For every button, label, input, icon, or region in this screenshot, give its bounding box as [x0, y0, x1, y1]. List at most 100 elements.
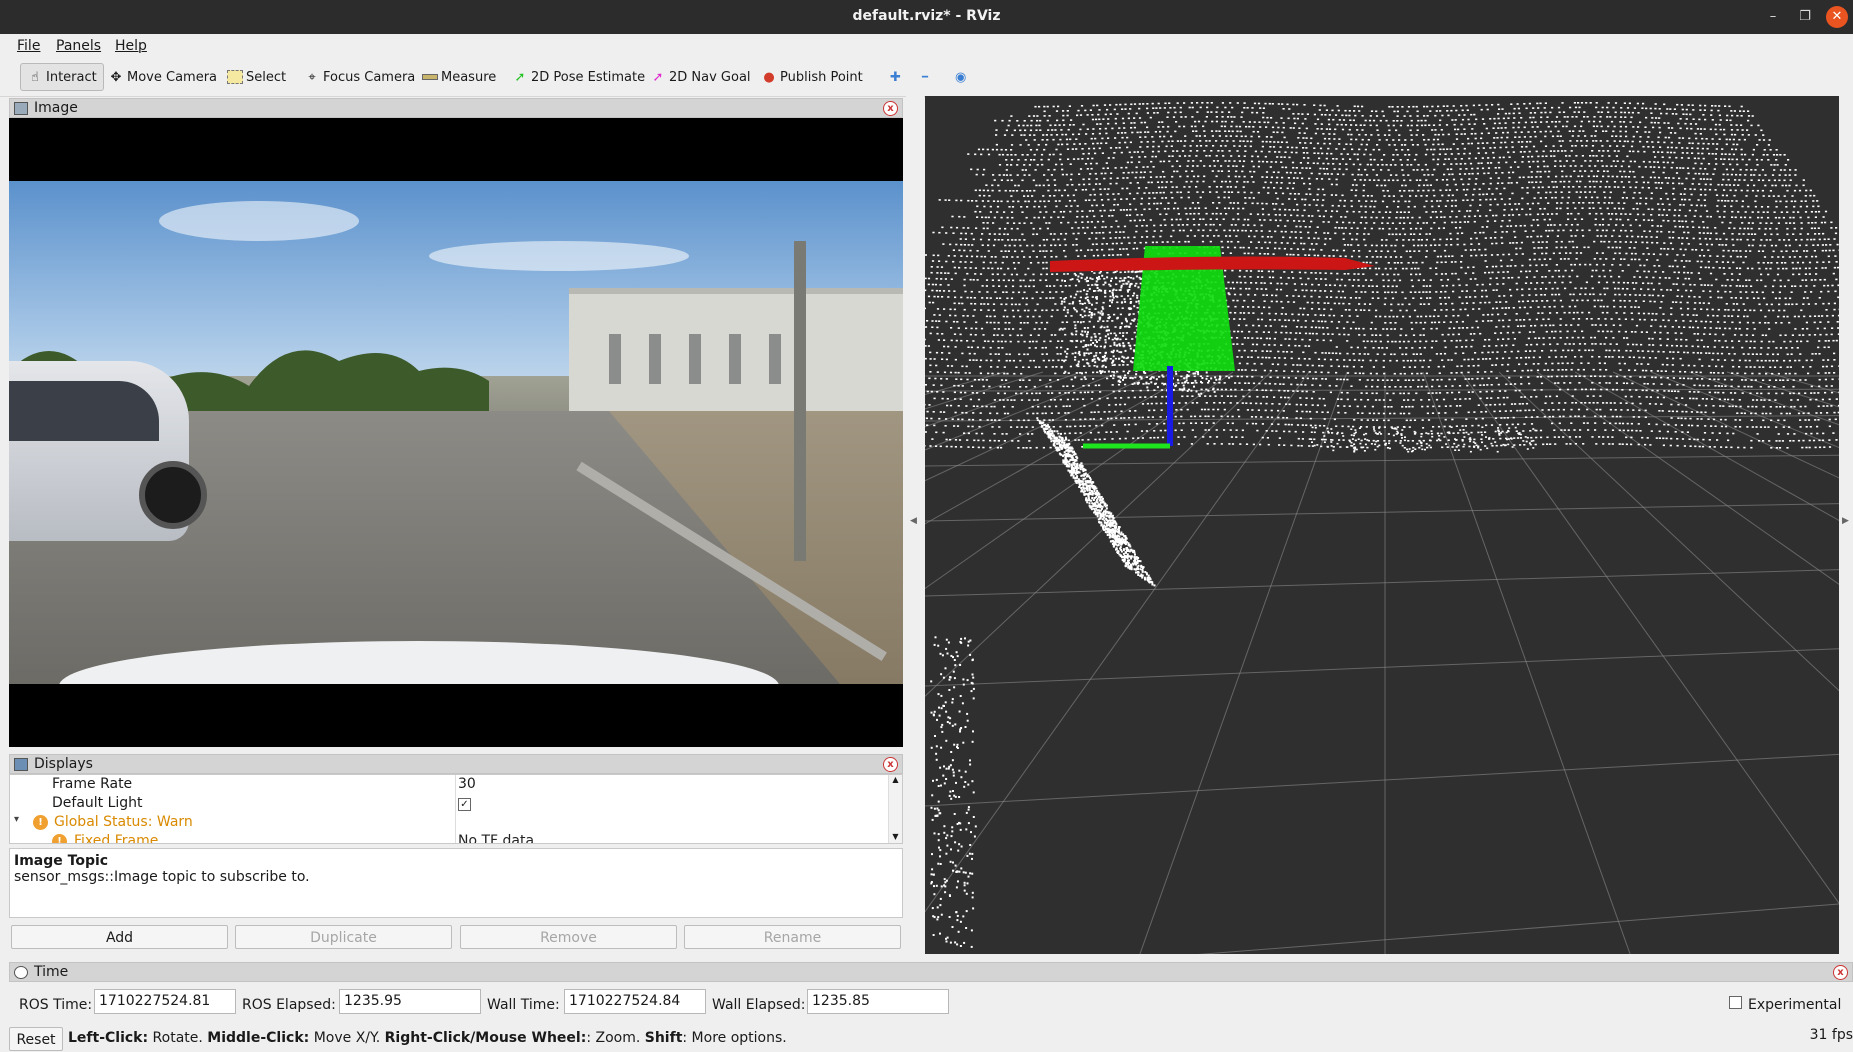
lidar-point: [1148, 203, 1150, 205]
lidar-point: [1224, 130, 1226, 132]
rename-button[interactable]: Rename: [684, 925, 901, 949]
lidar-point: [1247, 141, 1249, 143]
displays-panel-close-icon[interactable]: x: [883, 757, 898, 772]
lidar-point: [1351, 227, 1353, 229]
lidar-point: [1474, 215, 1476, 217]
duplicate-button[interactable]: Duplicate: [235, 925, 452, 949]
scroll-up-icon[interactable]: ▲: [889, 775, 902, 784]
lidar-point: [1475, 138, 1477, 140]
lidar-point: [1060, 129, 1062, 131]
lidar-point: [1604, 197, 1606, 199]
add-button[interactable]: Add: [11, 925, 228, 949]
tree-row-fixed-frame[interactable]: ! Fixed Frame No TF data: [10, 832, 890, 844]
tree-scrollbar[interactable]: ▲ ▼: [888, 775, 902, 843]
lidar-point: [1283, 122, 1285, 124]
expand-arrow-icon[interactable]: ▾: [14, 814, 19, 825]
lidar-point: [1028, 174, 1030, 176]
lidar-point: [1521, 141, 1523, 143]
lidar-point: [1663, 242, 1665, 244]
add-tool-icon[interactable]: ✚: [890, 66, 901, 88]
close-button[interactable]: ✕: [1826, 6, 1848, 28]
lidar-point: [1109, 296, 1111, 298]
lidar-point: [1692, 183, 1694, 185]
lidar-point: [1085, 200, 1087, 202]
lidar-point: [1427, 190, 1429, 192]
lidar-point: [1511, 193, 1513, 195]
interact-tool-button[interactable]: ☝Interact: [20, 63, 104, 91]
focus-camera-tool-button[interactable]: ⌖Focus Camera: [304, 66, 415, 88]
lidar-point: [1624, 102, 1626, 104]
menu-help[interactable]: Help: [115, 38, 147, 54]
lidar-point: [1588, 121, 1590, 123]
lidar-point: [1596, 197, 1598, 199]
lidar-point: [1061, 169, 1063, 171]
lidar-point: [1247, 224, 1249, 226]
move-camera-tool-button[interactable]: ✥Move Camera: [108, 66, 217, 88]
lidar-point: [1614, 253, 1616, 255]
lidar-point: [1245, 136, 1247, 138]
restore-button[interactable]: ❐: [1794, 6, 1816, 28]
lidar-point: [1446, 124, 1448, 126]
frame-rate-value[interactable]: 30: [458, 776, 476, 792]
tree-row-global-status[interactable]: ▾ ! Global Status: Warn: [10, 813, 890, 832]
lidar-point: [1705, 238, 1707, 240]
tree-row-frame-rate[interactable]: Frame Rate 30: [10, 775, 890, 794]
lidar-point: [1619, 253, 1621, 255]
collapse-left-icon[interactable]: ◀: [910, 516, 917, 526]
lidar-point: [1687, 272, 1689, 274]
lidar-point: [1715, 163, 1717, 165]
lidar-point: [1693, 296, 1695, 298]
scroll-down-icon[interactable]: ▼: [889, 832, 902, 841]
default-light-checkbox[interactable]: ✓: [458, 798, 471, 811]
publish-point-tool-button[interactable]: ●Publish Point: [761, 66, 863, 88]
pose-estimate-tool-button[interactable]: ➚2D Pose Estimate: [512, 66, 645, 88]
panel-splitter[interactable]: ◀: [906, 96, 924, 956]
remove-button[interactable]: Remove: [460, 925, 677, 949]
lidar-point: [1095, 183, 1097, 185]
lidar-point: [1025, 169, 1027, 171]
image-panel-close-icon[interactable]: x: [883, 101, 898, 116]
lidar-point: [1227, 241, 1229, 243]
lidar-point: [1585, 102, 1587, 104]
menu-file[interactable]: File: [17, 38, 40, 54]
lidar-point: [1451, 174, 1453, 176]
lidar-point: [1518, 301, 1520, 303]
lidar-point: [1021, 190, 1023, 192]
lidar-point: [1062, 110, 1064, 112]
lidar-point: [1793, 211, 1795, 213]
lidar-point: [1596, 176, 1598, 178]
lidar-point: [1798, 274, 1800, 276]
lidar-point: [1554, 224, 1556, 226]
lidar-point: [1016, 190, 1018, 192]
lidar-point: [1397, 154, 1399, 156]
menu-panels[interactable]: Panels: [56, 38, 101, 54]
lidar-point: [1215, 130, 1217, 132]
remove-tool-icon[interactable]: ━: [922, 66, 928, 88]
lidar-point: [1630, 225, 1632, 227]
lidar-point: [1771, 304, 1773, 306]
lidar-point: [1440, 256, 1442, 258]
lidar-point: [1564, 288, 1566, 290]
lidar-point: [1117, 132, 1119, 134]
view-eye-icon[interactable]: ◉: [955, 66, 966, 88]
lidar-point: [1651, 122, 1653, 124]
lidar-point: [1725, 244, 1727, 246]
lidar-point: [1598, 276, 1600, 278]
measure-tool-button[interactable]: Measure: [422, 66, 496, 88]
lidar-point: [1385, 268, 1387, 270]
lidar-point: [1442, 134, 1444, 136]
lidar-point: [1036, 291, 1038, 293]
tree-row-default-light[interactable]: Default Light ✓: [10, 794, 890, 813]
lidar-point: [1632, 126, 1634, 128]
lidar-point: [1275, 122, 1277, 124]
minimize-button[interactable]: –: [1762, 6, 1784, 28]
lidar-point: [1676, 254, 1678, 256]
lidar-point: [1096, 123, 1098, 125]
nav-goal-tool-button[interactable]: ➚2D Nav Goal: [650, 66, 751, 88]
lidar-point: [1451, 200, 1453, 202]
3d-render-view[interactable]: [925, 96, 1839, 954]
select-tool-button[interactable]: Select: [227, 66, 286, 88]
lidar-point: [1446, 179, 1448, 181]
lidar-point: [1727, 261, 1729, 263]
lidar-point: [1172, 155, 1174, 157]
